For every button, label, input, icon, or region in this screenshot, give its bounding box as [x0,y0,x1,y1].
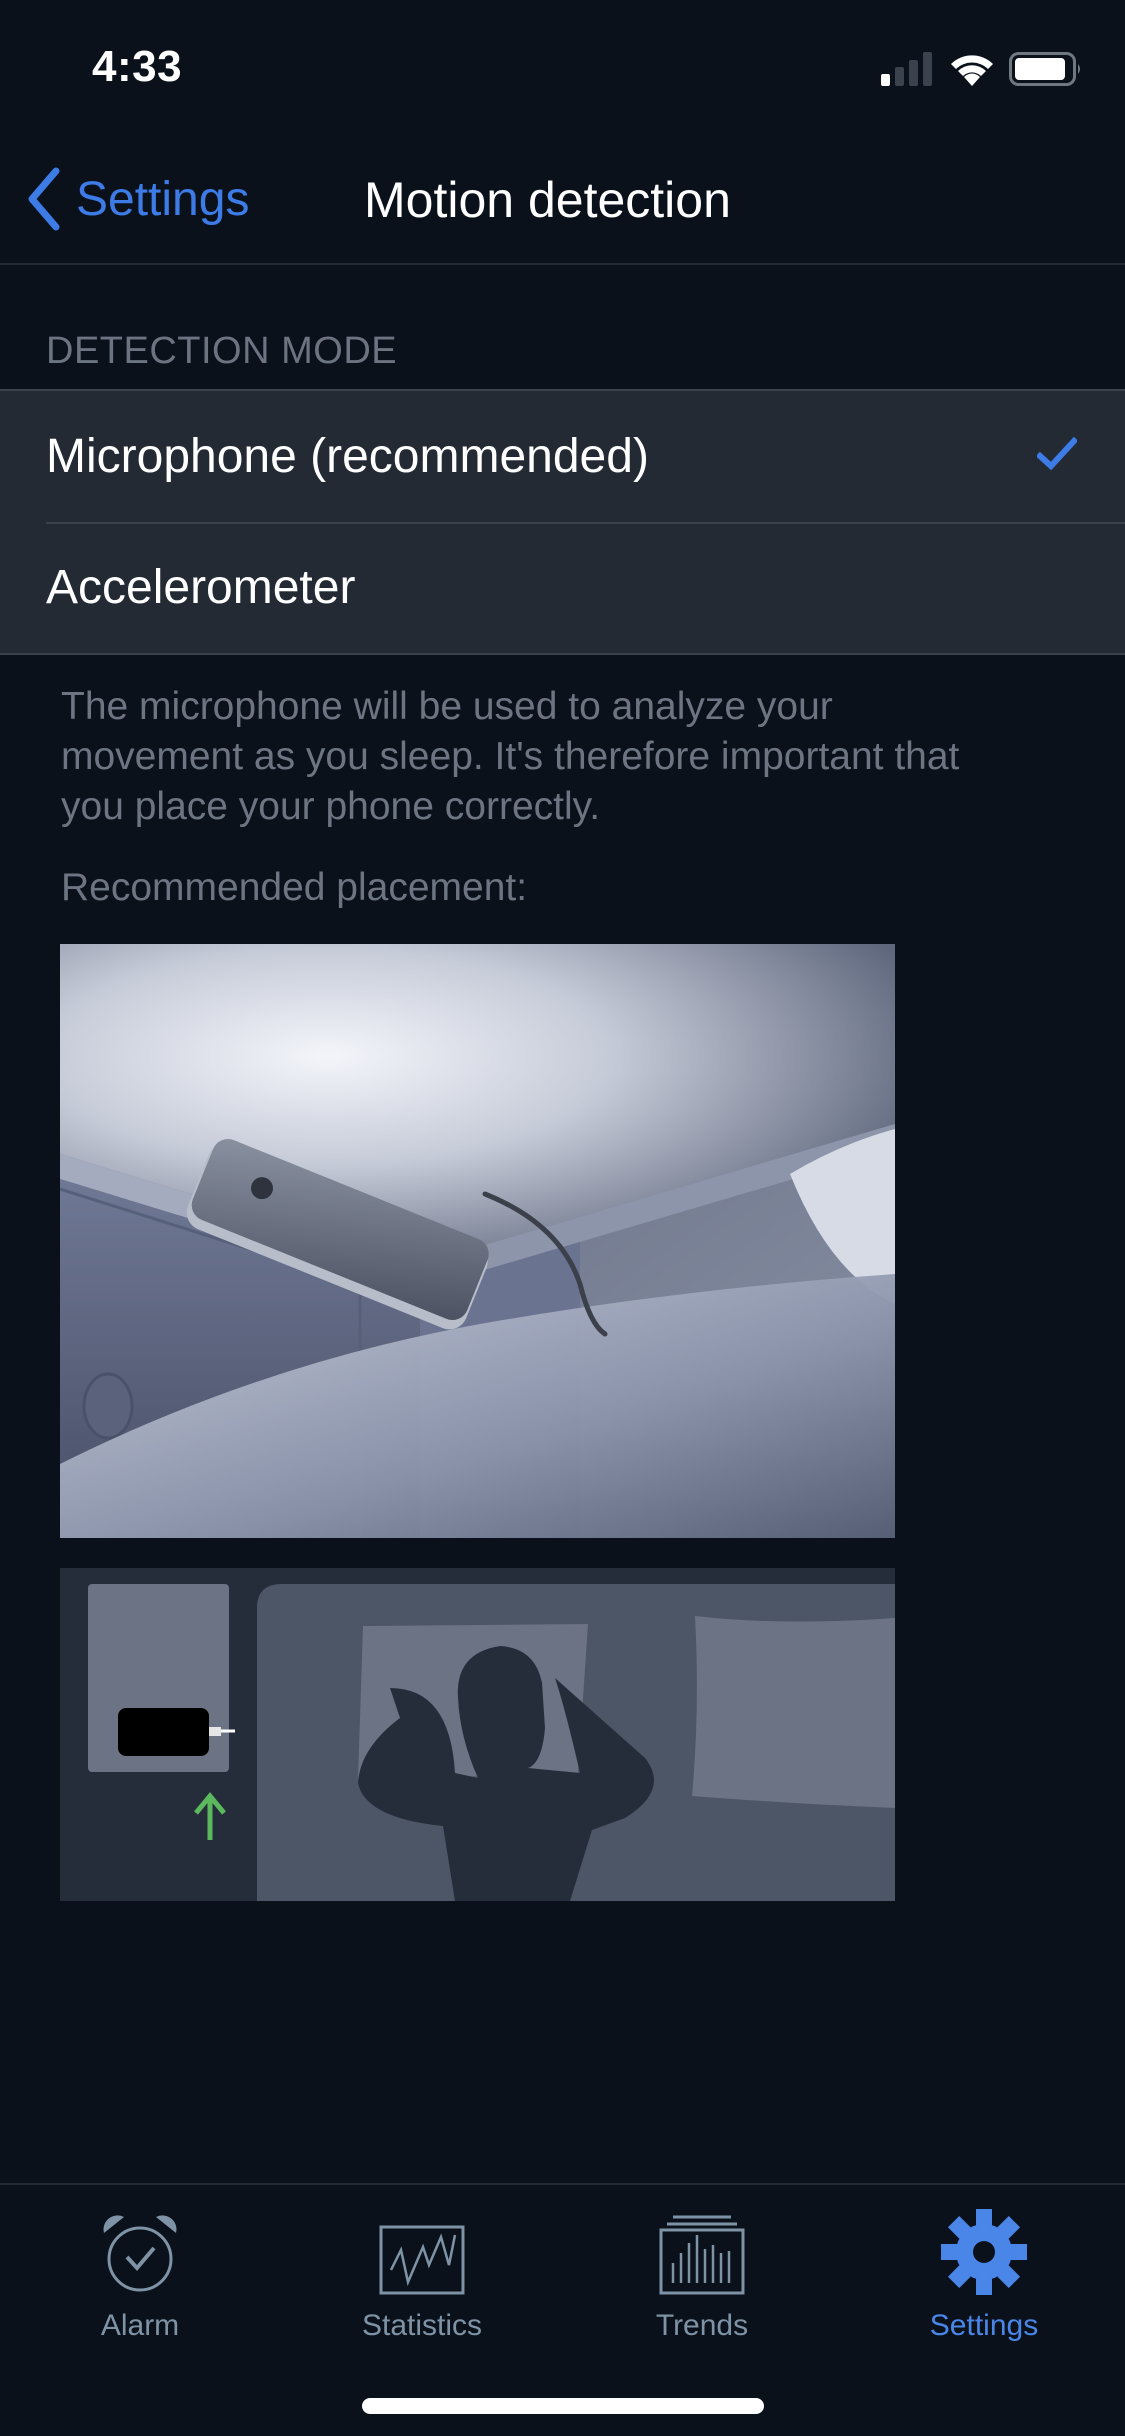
tab-statistics[interactable]: Statistics [322,2205,522,2343]
battery-icon [1009,52,1080,86]
phone-shape [118,1708,209,1756]
alarm-clock-icon [103,2215,177,2292]
description-text: The microphone will be used to analyze y… [61,685,960,828]
tab-label: Settings [929,2309,1039,2342]
status-bar: 4:33 [0,0,1125,135]
page-title: Motion detection [364,172,731,228]
gear-icon [941,2209,1027,2295]
tab-trends[interactable]: Trends [602,2205,802,2343]
wifi-icon [951,55,993,86]
tab-label: Statistics [361,2309,483,2342]
option-label: Microphone (recommended) [46,430,649,483]
detection-mode-list: Microphone (recommended) Accelerometer [0,389,1125,655]
cellular-signal-icon [881,52,932,86]
status-time: 4:33 [92,42,183,91]
chevron-left-icon [28,167,60,231]
placement-label: Recommended placement: [61,866,528,909]
status-icons [881,52,1083,86]
navigation-bar: Settings Motion detection [0,135,1125,265]
option-label: Accelerometer [46,561,356,614]
phone-on-nightstand-illustration [60,944,895,1538]
option-microphone[interactable]: Microphone (recommended) [0,391,1125,522]
checkmark-icon [1037,437,1077,471]
pillow-right [692,1616,895,1808]
tab-label: Trends [655,2309,749,2342]
section-header: DETECTION MODE [46,330,398,372]
line-chart-icon [379,2225,465,2295]
top-down-bed-placement-diagram [60,1568,895,1901]
back-button[interactable]: Settings [24,167,249,231]
back-label: Settings [76,172,250,226]
tab-settings[interactable]: Settings [884,2205,1084,2343]
bar-chart-stack-icon [659,2215,745,2295]
option-accelerometer[interactable]: Accelerometer [0,522,1125,653]
tab-label: Alarm [100,2309,180,2342]
tab-alarm[interactable]: Alarm [40,2205,240,2343]
home-indicator[interactable] [362,2398,764,2414]
